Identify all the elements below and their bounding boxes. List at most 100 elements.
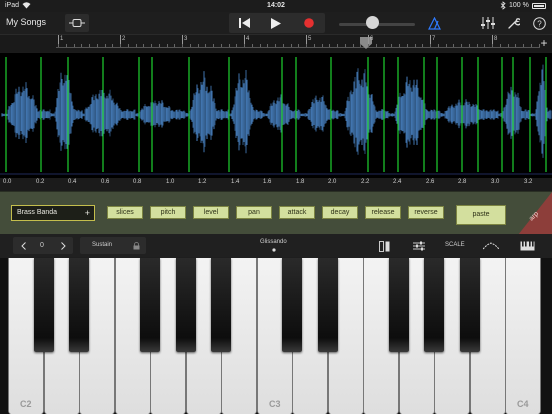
ruler-minor-tick [337,44,338,47]
black-key[interactable] [282,258,302,352]
piano-keyboard: C2 C3 C4 [0,258,552,414]
battery-percent: 100 % [509,2,529,9]
ruler-minor-tick [260,44,261,47]
keyboard-view-button[interactable] [518,239,536,253]
ruler-minor-tick [384,44,385,47]
preset-selector[interactable]: Brass Banda + [11,205,95,221]
timeline-ruler[interactable]: + 1 2 3 4 5 6 7 8 [0,34,552,52]
note-label: C4 [517,399,529,409]
rewind-button[interactable] [235,15,253,31]
level-button[interactable]: level [193,206,229,219]
ruler-minor-tick [415,44,416,47]
keyboard-layout-button[interactable] [377,239,391,253]
black-key[interactable] [176,258,196,352]
metronome-button[interactable] [426,15,442,31]
release-button[interactable]: release [365,206,401,219]
black-key[interactable] [34,258,54,352]
time-axis-label: 0.4 [68,179,77,185]
octave-up-button[interactable] [57,240,69,251]
black-key[interactable] [460,258,480,352]
decay-button[interactable]: decay [322,206,358,219]
split-keyboard-icon [378,240,389,252]
ruler-bar-number: 4 [246,36,250,42]
record-button[interactable] [300,15,318,31]
ruler-minor-tick [399,44,400,47]
ruler-minor-tick [407,44,408,47]
add-preset-icon[interactable]: + [85,206,90,220]
ruler-bar-tick [492,35,493,44]
scale-button[interactable]: SCALE [445,242,465,248]
black-key[interactable] [389,258,409,352]
ruler-minor-tick [368,44,369,47]
my-songs-button[interactable]: My Songs [6,17,46,27]
ruler-bar-number: 3 [184,36,188,42]
ruler-minor-tick [89,44,90,47]
sustain-control[interactable]: Sustain [80,237,146,254]
settings-button[interactable] [506,15,522,31]
black-key[interactable] [424,258,444,352]
glissando-label[interactable]: Glissando [260,239,287,245]
paste-button[interactable]: paste [456,205,506,225]
ruler-minor-tick [190,44,191,47]
play-button[interactable] [267,15,285,31]
ruler-minor-tick [391,44,392,47]
pan-button[interactable]: pan [236,206,272,219]
time-axis-label: 3.2 [524,179,533,185]
attack-button[interactable]: attack [279,206,315,219]
battery-icon [532,3,546,9]
chevron-left-icon [20,241,26,250]
ruler-bar-number: 7 [432,36,436,42]
arpeggio-icon [483,242,499,250]
white-key[interactable] [505,258,541,414]
keyboard-settings-button[interactable] [412,239,426,253]
sliders-icon [413,241,425,251]
master-volume-knob[interactable] [366,16,379,29]
octave-down-button[interactable] [17,240,29,251]
ruler-bar-number: 6 [370,36,374,42]
ruler-bar-number: 8 [494,36,498,42]
zoom-in-button[interactable]: + [538,37,550,49]
ruler-minor-tick [205,44,206,47]
sustain-lock-button[interactable] [130,240,142,251]
waveform-editor[interactable]: 0.0 0.2 0.4 0.6 0.8 1.0 1.2 1.4 1.6 1.8 2.0 2.2 2.4 2… [0,53,552,185]
ruler-bar-tick [58,35,59,44]
ruler-minor-tick [329,44,330,47]
bluetooth-icon [500,1,506,12]
black-key[interactable] [69,258,89,352]
ruler-minor-tick [151,44,152,47]
ruler-minor-tick [446,44,447,47]
black-key[interactable] [318,258,338,352]
time-axis-label: 2.6 [426,179,435,185]
ruler-bar-number: 1 [60,36,64,42]
note-label: C2 [20,399,32,409]
ruler-minor-tick [531,44,532,47]
mixer-icon [481,17,495,29]
mixer-button[interactable] [480,15,496,31]
sample-controls: Brass Banda + slices pitch level pan att… [0,191,552,235]
pitch-button[interactable]: pitch [150,206,186,219]
ruler-minor-tick [523,44,524,47]
time-axis-label: 0.0 [3,179,12,185]
ruler-minor-tick [236,44,237,47]
arpeggiator-button[interactable] [482,239,500,253]
ruler-minor-tick [74,44,75,47]
black-key[interactable] [211,258,231,352]
ruler-minor-tick [136,44,137,47]
ruler-minor-tick [314,44,315,47]
svg-text:?: ? [537,19,542,28]
ruler-bar-tick [430,35,431,44]
reverse-button[interactable]: reverse [408,206,444,219]
ruler-minor-tick [306,44,307,47]
slices-button[interactable]: slices [107,206,143,219]
ruler-minor-tick [198,44,199,47]
ruler-minor-tick [492,44,493,47]
ruler-minor-tick [58,44,59,47]
ruler-minor-tick [322,44,323,47]
black-key[interactable] [140,258,160,352]
help-icon: ? [532,16,546,30]
ruler-minor-tick [267,44,268,47]
help-button[interactable]: ? [531,15,547,31]
view-toggle-button[interactable] [65,14,89,32]
keyboard-header: 0 Sustain Glissando SCALE [0,234,552,258]
ruler-minor-tick [275,44,276,47]
